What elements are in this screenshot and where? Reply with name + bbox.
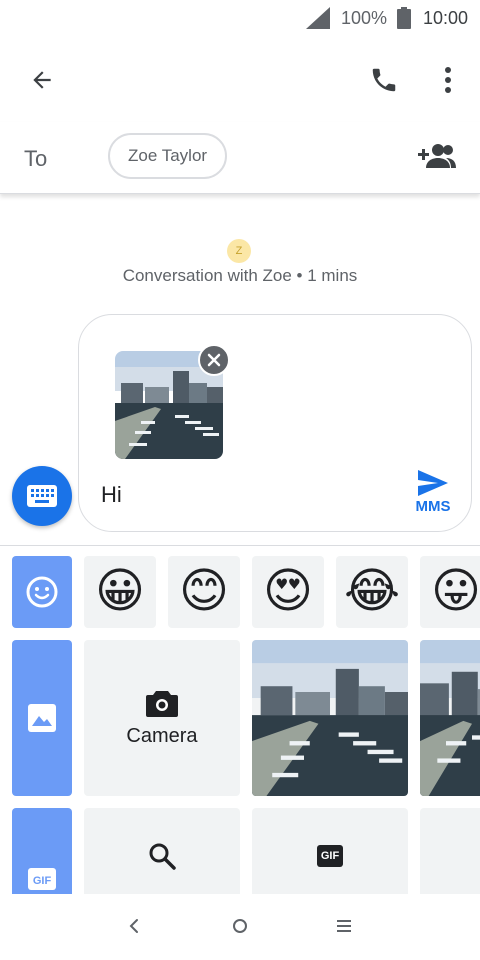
svg-text:GIF: GIF bbox=[33, 875, 52, 887]
nav-recents-button[interactable] bbox=[332, 914, 356, 938]
gallery-photo-1[interactable] bbox=[252, 640, 408, 796]
camera-button[interactable]: Camera bbox=[84, 640, 240, 796]
search-gif-button[interactable] bbox=[84, 808, 240, 894]
recipient-row: To Zoe Taylor bbox=[0, 122, 480, 194]
back-button[interactable] bbox=[20, 58, 64, 102]
phone-icon bbox=[372, 68, 396, 92]
nav-back-button[interactable] bbox=[122, 914, 146, 938]
image-icon bbox=[28, 704, 56, 732]
add-people-button[interactable] bbox=[418, 142, 458, 175]
media-picker: GIF 😀 😊 😍 😂 😛 Camera GIF bbox=[0, 546, 480, 894]
emoji-smiling[interactable]: 😊 bbox=[168, 556, 240, 628]
add-people-icon bbox=[418, 144, 456, 168]
recipient-chip[interactable]: Zoe Taylor bbox=[108, 133, 228, 179]
clock: 10:00 bbox=[423, 8, 469, 28]
gif-tab[interactable]: GIF bbox=[12, 808, 72, 894]
gif-label: GIF bbox=[320, 850, 340, 862]
search-icon bbox=[149, 843, 176, 870]
back-arrow-icon bbox=[33, 71, 51, 89]
gallery-photo-2[interactable] bbox=[420, 640, 480, 796]
smiley-icon bbox=[26, 576, 58, 608]
gif-button[interactable]: GIF bbox=[252, 808, 408, 894]
emoji-tab[interactable] bbox=[12, 556, 72, 628]
emoji-tongue[interactable]: 😛 bbox=[420, 556, 480, 628]
keyboard-icon bbox=[27, 485, 57, 507]
send-label: MMS bbox=[415, 498, 451, 515]
gif-badge: GIF bbox=[316, 845, 344, 867]
harbor-photo bbox=[420, 640, 480, 796]
send-mms-button[interactable]: MMS bbox=[405, 470, 461, 524]
gif-cell-partial[interactable] bbox=[420, 808, 480, 894]
status-bar: 100% 10:00 bbox=[0, 0, 480, 38]
nav-back-icon bbox=[129, 919, 138, 933]
call-button[interactable] bbox=[362, 58, 406, 102]
gif-tab-icon: GIF bbox=[28, 868, 56, 890]
send-icon bbox=[418, 470, 448, 496]
harbor-photo bbox=[252, 640, 408, 796]
camera-icon bbox=[146, 690, 178, 717]
compose-box: Hi MMS bbox=[78, 314, 472, 532]
nav-home-button[interactable] bbox=[228, 914, 252, 938]
recipient-chip-name: Zoe Taylor bbox=[128, 146, 208, 165]
emoji-grinning[interactable]: 😀 bbox=[84, 556, 156, 628]
close-icon bbox=[207, 353, 221, 367]
camera-label: Camera bbox=[126, 724, 198, 747]
emoji-tears-of-joy[interactable]: 😂 bbox=[336, 556, 408, 628]
signal-icon bbox=[306, 7, 330, 29]
more-vert-icon bbox=[445, 67, 451, 93]
battery-percent: 100% bbox=[341, 8, 388, 28]
conversation-info: Conversation with Zoe • 1 mins bbox=[122, 266, 358, 285]
more-options-button[interactable] bbox=[426, 58, 470, 102]
nav-recents-icon bbox=[337, 920, 351, 932]
to-label: To bbox=[24, 146, 48, 171]
battery-icon bbox=[397, 7, 411, 29]
nav-home-icon bbox=[233, 919, 247, 933]
remove-attachment-button[interactable] bbox=[198, 344, 230, 376]
gallery-tab[interactable] bbox=[12, 640, 72, 796]
app-bar bbox=[0, 38, 480, 122]
emoji-heart-eyes[interactable]: 😍 bbox=[252, 556, 324, 628]
contact-avatar: Z bbox=[227, 239, 251, 263]
keyboard-toggle-button[interactable] bbox=[12, 466, 72, 526]
message-input[interactable]: Hi bbox=[101, 482, 122, 508]
system-nav-bar bbox=[0, 894, 480, 960]
